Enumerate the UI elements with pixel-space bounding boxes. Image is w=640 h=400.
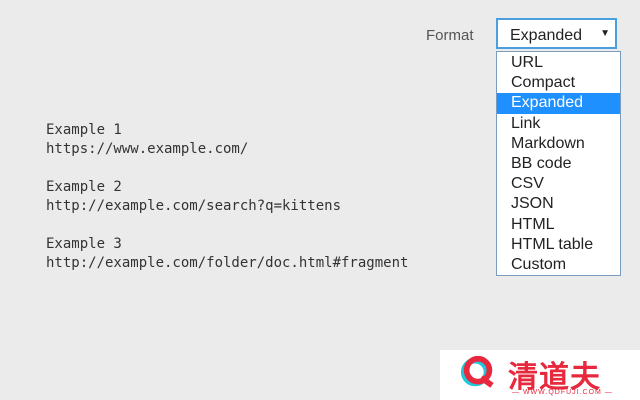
format-option-html-table[interactable]: HTML table: [497, 235, 620, 255]
format-option-bbcode[interactable]: BB code: [497, 154, 620, 174]
example-title: Example 3: [46, 236, 122, 252]
format-select[interactable]: Expanded ▼: [496, 18, 617, 49]
format-option-csv[interactable]: CSV: [497, 174, 620, 194]
format-option-markdown[interactable]: Markdown: [497, 134, 620, 154]
example-block: Example 3 http://example.com/folder/doc.…: [46, 235, 408, 273]
watermark-subtitle: — WWW.QDFUJI.COM —: [512, 389, 613, 396]
example-url: https://www.example.com/: [46, 141, 249, 157]
examples-preview: Example 1 https://www.example.com/ Examp…: [46, 121, 408, 292]
format-option-compact[interactable]: Compact: [497, 73, 620, 93]
example-block: Example 2 http://example.com/search?q=ki…: [46, 178, 408, 216]
q-logo-icon: [460, 355, 494, 388]
format-option-html[interactable]: HTML: [497, 215, 620, 235]
example-block: Example 1 https://www.example.com/: [46, 121, 408, 159]
example-url: http://example.com/search?q=kittens: [46, 198, 342, 214]
format-option-custom[interactable]: Custom: [497, 255, 620, 275]
example-url: http://example.com/folder/doc.html#fragm…: [46, 255, 409, 271]
format-label: Format: [426, 27, 474, 44]
format-option-json[interactable]: JSON: [497, 194, 620, 214]
format-option-url[interactable]: URL: [497, 53, 620, 73]
example-title: Example 2: [46, 179, 122, 195]
format-dropdown-list: URL Compact Expanded Link Markdown BB co…: [496, 51, 621, 276]
format-option-link[interactable]: Link: [497, 114, 620, 134]
format-option-expanded[interactable]: Expanded: [497, 93, 620, 114]
watermark-logo: 清道夫 — WWW.QDFUJI.COM —: [440, 350, 640, 400]
triangle-down-icon: ▼: [600, 28, 610, 39]
format-select-value: Expanded: [510, 27, 583, 44]
example-title: Example 1: [46, 122, 122, 138]
